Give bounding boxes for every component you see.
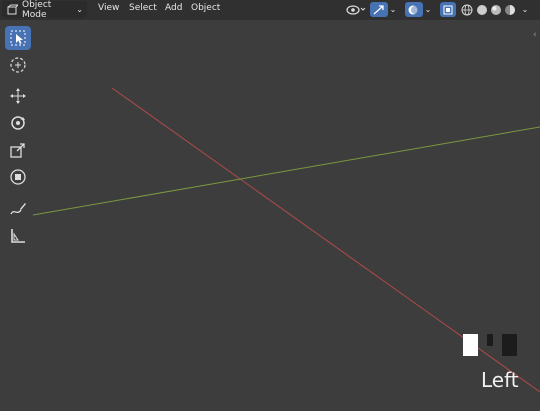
wireframe-shading-icon[interactable] [460, 2, 474, 17]
cursor-tool[interactable] [5, 53, 31, 77]
select-box-tool[interactable] [5, 26, 31, 50]
scale-tool[interactable] [5, 138, 31, 162]
view-object-types-icon[interactable] [345, 2, 367, 17]
camera-rect-dark [502, 334, 517, 356]
object-mode-icon [6, 4, 18, 16]
view-name-label: Left [481, 368, 519, 392]
menu-select[interactable]: Select [129, 3, 157, 13]
sidebar-collapse-arrow-icon[interactable]: ‹ [533, 30, 537, 40]
material-shading-icon[interactable] [489, 2, 503, 17]
tool-shelf [5, 26, 33, 250]
overlays-toggle-icon[interactable] [405, 2, 423, 17]
cursor-icon [9, 56, 27, 74]
measure-tool[interactable] [5, 224, 31, 248]
rotate-tool[interactable] [5, 111, 31, 135]
select-box-icon [9, 29, 27, 47]
view-cube-indicator [460, 330, 520, 360]
transform-tool[interactable] [5, 165, 31, 189]
viewport-axes [32, 87, 540, 393]
gizmo-dropdown-chevron-icon[interactable]: ⌄ [388, 2, 398, 17]
chevron-down-icon: ⌄ [76, 5, 83, 14]
measure-icon [9, 227, 27, 245]
mode-label: Object Mode [22, 0, 52, 20]
transform-icon [9, 168, 27, 186]
rotate-icon [9, 114, 27, 132]
annotate-icon [9, 200, 27, 218]
menu-view[interactable]: View [98, 3, 119, 13]
xray-toggle-icon[interactable] [440, 2, 456, 17]
camera-rect-small [487, 334, 493, 346]
rendered-shading-icon[interactable] [503, 2, 517, 17]
annotate-tool[interactable] [5, 197, 31, 221]
y-axis-line [32, 126, 540, 216]
gizmo-toggle-icon[interactable] [370, 2, 388, 17]
menu-add[interactable]: Add [165, 3, 182, 13]
shading-dropdown-chevron-icon[interactable]: ⌄ [520, 2, 530, 17]
move-icon [9, 87, 27, 105]
move-tool[interactable] [5, 84, 31, 108]
menu-object[interactable]: Object [191, 3, 220, 13]
viewport-header: Object Mode ⌄ View Select Add Object ⌄ ⌄… [0, 0, 540, 20]
object-mode-dropdown[interactable]: Object Mode ⌄ [2, 0, 87, 20]
scale-icon [9, 141, 27, 159]
overlays-dropdown-chevron-icon[interactable]: ⌄ [423, 2, 433, 17]
camera-rect-white [463, 334, 478, 356]
solid-shading-icon[interactable] [475, 2, 489, 17]
